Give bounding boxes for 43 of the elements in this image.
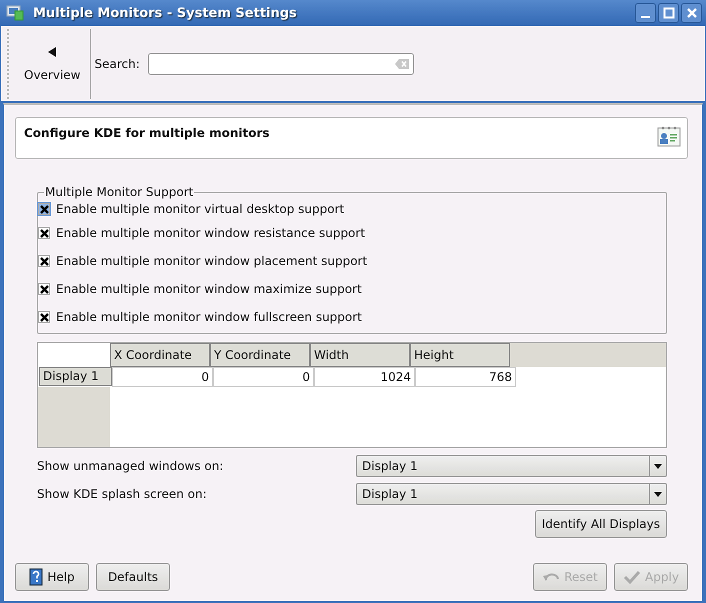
row-header-filler <box>38 387 110 447</box>
checkbox[interactable] <box>38 227 50 239</box>
table-cell: 0 <box>213 367 314 387</box>
window-title: Multiple Monitors - System Settings <box>33 6 298 20</box>
table-cell: 1024 <box>314 367 415 387</box>
checkbox-label[interactable]: Enable multiple monitor window fullscreen support <box>56 310 362 324</box>
maximize-button[interactable] <box>658 3 679 23</box>
dropdown[interactable]: Display 1 <box>356 455 667 477</box>
undo-arrow-icon <box>542 571 560 583</box>
defaults-button[interactable]: Defaults <box>96 563 170 591</box>
identify-button[interactable]: Identify All Displays <box>534 510 667 538</box>
checkbox-label[interactable]: Enable multiple monitor window placement support <box>56 254 368 268</box>
table-cell: 768 <box>415 367 516 387</box>
maximize-icon <box>662 7 674 19</box>
monitor-icon <box>6 5 24 21</box>
column-header[interactable]: Width <box>310 343 410 367</box>
table-cell: 0 <box>112 367 213 387</box>
help-book-icon <box>29 568 44 586</box>
group-title: Multiple Monitor Support <box>44 185 194 199</box>
checkbox-label[interactable]: Enable multiple monitor virtual desktop support <box>56 202 344 216</box>
field-label: Show unmanaged windows on: <box>37 459 224 473</box>
row-header[interactable]: Display 1 <box>39 367 112 386</box>
column-header[interactable]: Y Coordinate <box>210 343 310 367</box>
column-header[interactable]: X Coordinate <box>110 343 210 367</box>
column-header[interactable]: Height <box>410 343 510 367</box>
checkbox-label[interactable]: Enable multiple monitor window maximize support <box>56 282 362 296</box>
minimize-icon <box>641 16 650 18</box>
minimize-button[interactable] <box>635 3 656 23</box>
close-icon <box>686 7 698 19</box>
help-button[interactable]: Help <box>15 563 89 591</box>
checkmark-icon <box>623 570 642 584</box>
checkbox-label[interactable]: Enable multiple monitor window resistance support <box>56 226 366 240</box>
checkbox[interactable] <box>38 311 50 323</box>
field-label: Show KDE splash screen on: <box>37 487 207 501</box>
search-field[interactable] <box>148 52 414 74</box>
overview-button[interactable]: Overview <box>18 46 86 82</box>
checkbox[interactable] <box>38 255 50 267</box>
dropdown[interactable]: Display 1 <box>356 483 667 505</box>
page-title: Configure KDE for multiple monitors <box>24 126 270 140</box>
checkbox[interactable] <box>38 283 50 295</box>
close-button[interactable] <box>681 3 702 23</box>
back-arrow-icon <box>46 46 58 58</box>
search-label: Search: <box>94 56 140 70</box>
